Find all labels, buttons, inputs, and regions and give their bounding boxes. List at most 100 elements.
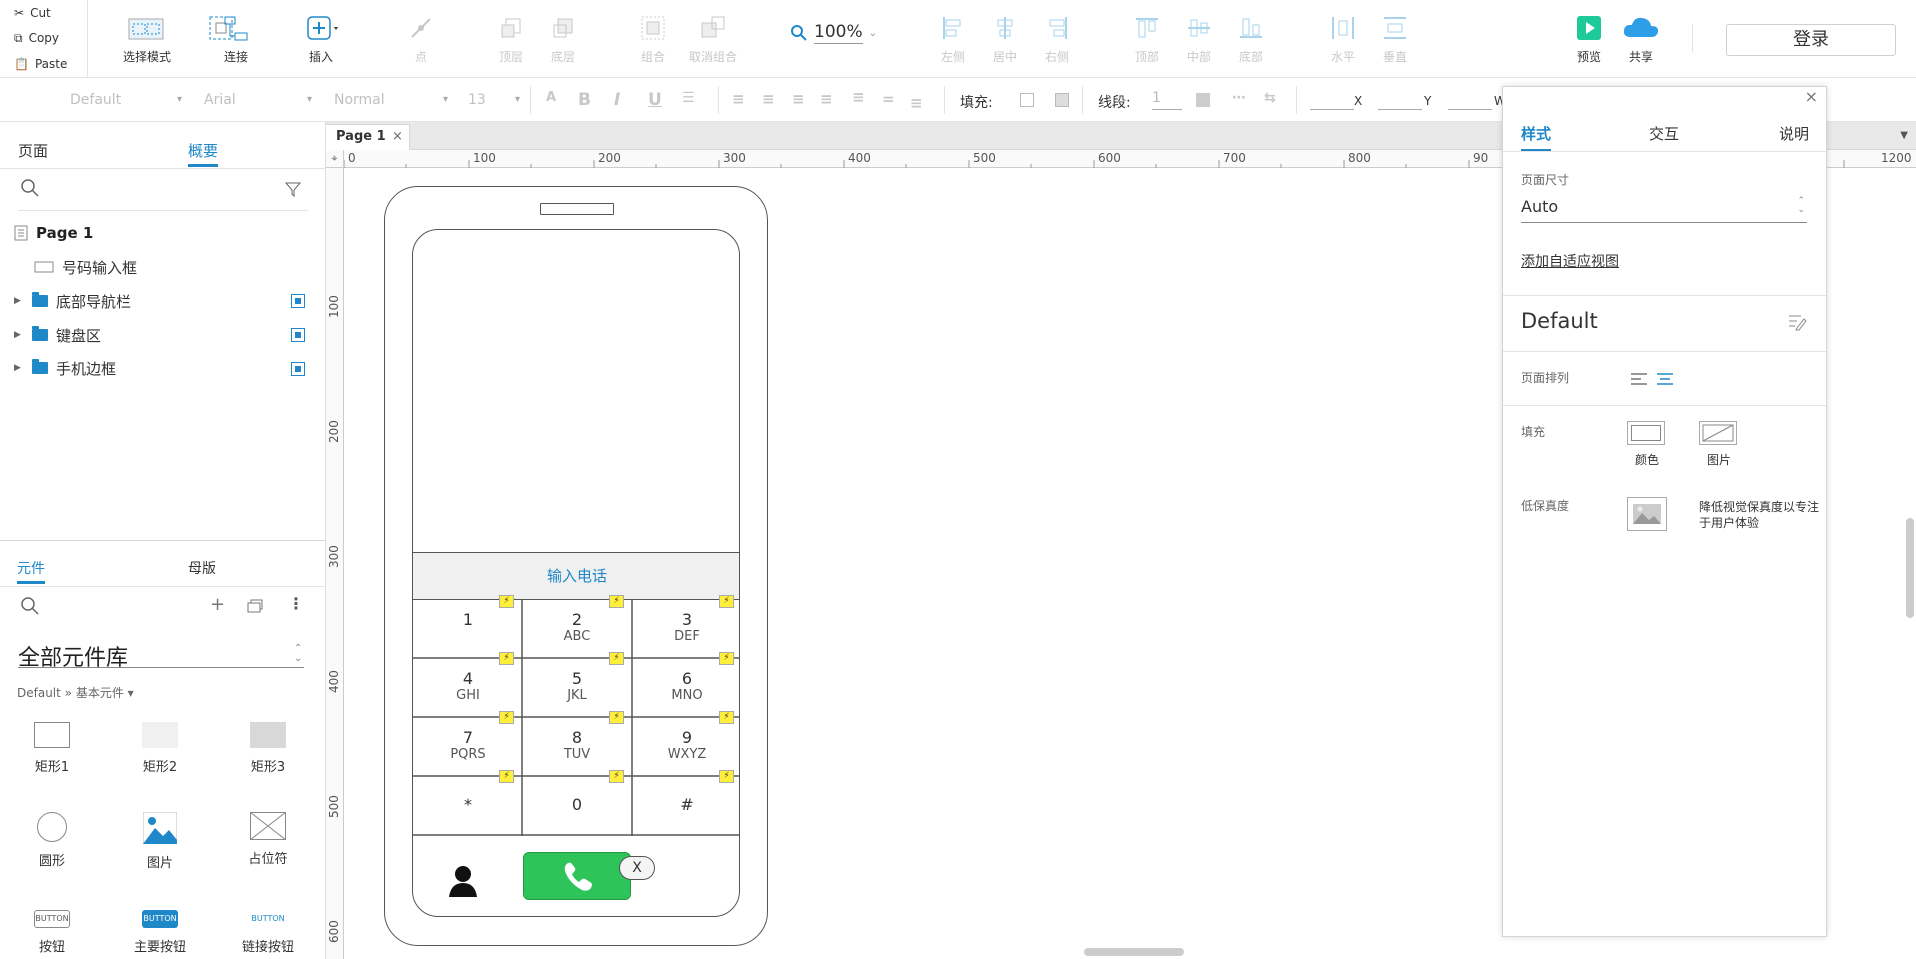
filter-icon[interactable] [284,180,302,198]
interaction-lightning-icon[interactable]: ⚡ [609,652,624,665]
widget-image[interactable]: 图片 [110,812,210,871]
interaction-lightning-icon[interactable]: ⚡ [609,595,624,608]
expand-arrow-icon[interactable]: ▶ [14,363,24,373]
add-adaptive-view-link[interactable]: 添加自适应视图 [1521,251,1619,271]
keypad-key-7[interactable]: 7 PQRS [414,718,522,774]
align-left-page-icon[interactable] [1629,371,1649,387]
font-family-dropdown[interactable]: Arial ▾ [200,88,316,112]
outline-item-number-input[interactable]: 号码输入框 [34,256,137,278]
distribute-vertical-button[interactable]: 垂直 [1360,10,1430,70]
library-select[interactable]: 全部元件库 [18,640,304,671]
copy-button[interactable]: ⧉ Copy [14,27,59,49]
outline-item-bottom-nav[interactable]: ▶ 底部导航栏 [14,290,131,312]
visibility-toggle[interactable] [291,294,305,308]
panel-splitter[interactable] [0,540,326,541]
text-align-left-icon[interactable]: ≡ [732,90,745,108]
visibility-toggle[interactable] [291,362,305,376]
arrow-style-icon[interactable]: ⇆ [1264,90,1276,106]
search-icon[interactable] [20,596,40,616]
widget-rectangle-2[interactable]: 矩形2 [110,722,210,775]
outline-item-phone-frame[interactable]: ▶ 手机边框 [14,357,116,379]
tab-style[interactable]: 样式 [1521,123,1552,152]
keypad-key-8[interactable]: 8 TUV [523,718,631,774]
widget-rectangle-1[interactable]: 矩形1 [2,722,102,775]
expand-arrow-icon[interactable]: ▶ [14,330,24,340]
bullet-list-icon[interactable]: ☰ [682,90,695,106]
interaction-lightning-icon[interactable]: ⚡ [609,770,624,783]
tab-outline[interactable]: 概要 [188,140,219,167]
fill-color-swatch[interactable] [1020,93,1034,107]
close-icon[interactable]: × [1805,87,1818,106]
more-vertical-icon[interactable]: ⋮ [288,594,304,613]
line-pattern-icon[interactable]: ⋯ [1232,90,1246,106]
widget-placeholder[interactable]: 占位符 [218,812,318,867]
fill-shadow-swatch[interactable] [1055,93,1069,107]
zoom-control[interactable]: 100% ⌄ [790,22,877,44]
call-button[interactable] [523,852,631,900]
tab-interaction[interactable]: 交互 [1649,123,1679,144]
keypad-key-3[interactable]: 3 DEF [633,600,739,656]
fill-image-button[interactable] [1699,421,1737,445]
align-right-button[interactable]: 右侧 [1022,10,1092,70]
interaction-lightning-icon[interactable]: ⚡ [719,595,734,608]
text-justify-icon[interactable]: ≡ [820,90,833,108]
keypad-key-star[interactable]: * [414,777,522,833]
library-breadcrumb[interactable]: Default » 基本元件 ▾ [17,684,134,701]
width-input[interactable] [1448,92,1492,110]
interaction-lightning-icon[interactable]: ⚡ [719,711,734,724]
tab-masters[interactable]: 母版 [188,558,216,578]
clear-button[interactable]: X [619,856,655,880]
close-icon[interactable]: × [392,125,403,149]
phone-number-input[interactable]: 输入电话 [413,552,739,600]
text-align-center-icon[interactable]: ≡ [762,90,775,108]
send-to-back-button[interactable]: 底层 [528,10,598,70]
keypad-key-2[interactable]: 2 ABC [523,600,631,656]
widget-button[interactable]: BUTTON 按钮 [2,910,102,955]
align-bottom-button[interactable]: 底部 [1216,10,1286,70]
interaction-lightning-icon[interactable]: ⚡ [499,652,514,665]
library-options-icon[interactable] [246,598,264,614]
page-tab[interactable]: Page 1 × [326,124,410,150]
page-list-dropdown-icon[interactable]: ▼ [1900,130,1908,141]
outline-item-keypad[interactable]: ▶ 键盘区 [14,324,101,346]
select-mode-button[interactable]: 选择模式 [112,10,182,70]
phone-screen[interactable]: 输入电话 1 2 ABC 3 DEF 4 GHI 5 JKL 6 MNO 7 PQRS 8T… [412,229,740,917]
ruler-origin-icon[interactable]: ⌖ [326,150,344,168]
updown-icon[interactable]: ⌃ ⌄ [294,644,302,664]
style-dropdown[interactable]: Default ▾ [14,88,186,112]
keypad-key-9[interactable]: 9 WXYZ [633,718,739,774]
login-button[interactable]: 登录 [1726,24,1896,56]
font-color-icon[interactable]: A [546,90,556,105]
low-fidelity-toggle-icon[interactable] [1627,497,1667,531]
fill-color-button[interactable] [1627,421,1665,445]
point-button[interactable]: 点 [386,10,456,70]
widget-rectangle-3[interactable]: 矩形3 [218,722,318,775]
bold-icon[interactable]: B [578,90,591,110]
widget-circle[interactable]: 圆形 [2,812,102,869]
widget-link-button[interactable]: BUTTON 链接按钮 [218,910,318,955]
share-button[interactable]: 共享 [1606,10,1676,70]
tab-notes[interactable]: 说明 [1779,123,1809,144]
paste-button[interactable]: 📋 Paste [14,53,67,75]
valign-bottom-icon[interactable]: ≡ [910,94,923,112]
edit-style-icon[interactable] [1787,313,1807,331]
line-color-swatch[interactable] [1196,93,1210,107]
line-width-input[interactable]: 1 [1152,90,1182,110]
font-weight-dropdown[interactable]: Normal ▾ [330,88,452,112]
valign-middle-icon[interactable]: = [882,90,895,108]
contact-person-icon[interactable] [447,864,479,898]
interaction-lightning-icon[interactable]: ⚡ [609,711,624,724]
widget-primary-button[interactable]: BUTTON 主要按钮 [110,910,210,955]
underline-icon[interactable]: U [648,90,662,110]
keypad-key-0[interactable]: 0 [523,777,631,833]
font-size-dropdown[interactable]: 13 ▾ [464,88,524,112]
interaction-lightning-icon[interactable]: ⚡ [719,770,734,783]
connect-button[interactable]: 连接 [187,10,257,70]
interaction-lightning-icon[interactable]: ⚡ [499,711,514,724]
expand-arrow-icon[interactable]: ▶ [14,296,24,306]
insert-button[interactable]: 插入 [286,10,356,70]
search-icon[interactable] [20,178,40,198]
interaction-lightning-icon[interactable]: ⚡ [499,770,514,783]
italic-icon[interactable]: I [614,90,620,110]
align-center-page-icon[interactable] [1655,371,1675,387]
